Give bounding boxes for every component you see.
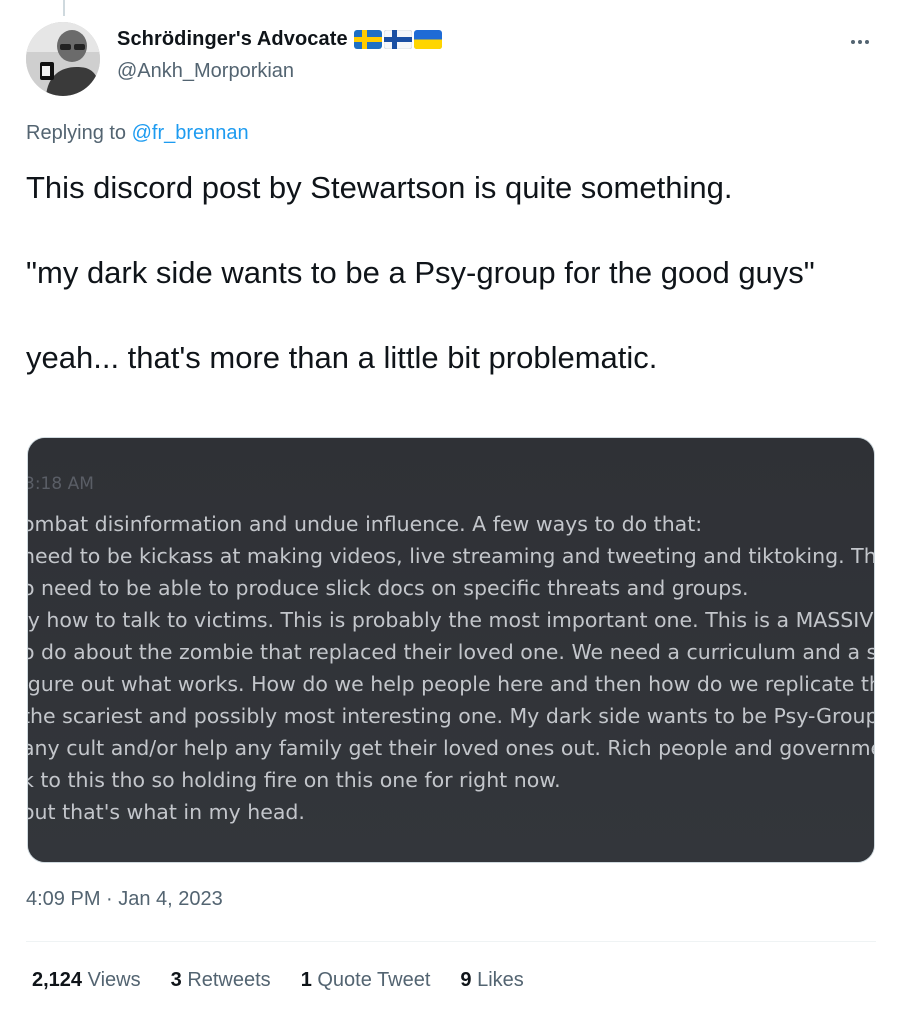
quote-tweets-label: Quote Tweet xyxy=(317,969,431,991)
tweet-timestamp[interactable]: 4:09 PM · Jan 4, 2023 xyxy=(26,888,223,911)
replying-to: Replying to @fr_brennan xyxy=(26,122,249,145)
retweets-count: 3 xyxy=(170,969,182,991)
quote-tweets-stat[interactable]: 1 Quote Tweet xyxy=(301,969,431,992)
likes-count: 9 xyxy=(460,969,472,991)
discord-screenshot: 3:18 AM ombat disinformation and undue i… xyxy=(28,438,874,862)
retweets-stat[interactable]: 3 Retweets xyxy=(171,969,271,992)
tweet-stats: 2,124 Views 3 Retweets 1 Quote Tweet 9 L… xyxy=(32,969,554,992)
discord-line: igure out what works. How do we help peo… xyxy=(28,672,875,696)
views-stat: 2,124 Views xyxy=(32,969,141,992)
discord-line: need to be kickass at making videos, liv… xyxy=(28,544,875,568)
finland-flag-icon xyxy=(383,30,412,49)
discord-line: ombat disinformation and undue influence… xyxy=(28,512,703,536)
attached-image[interactable]: 3:18 AM ombat disinformation and undue i… xyxy=(27,437,875,863)
ukraine-flag-icon xyxy=(413,30,442,49)
sweden-flag-icon xyxy=(353,30,382,49)
avatar[interactable] xyxy=(26,22,100,96)
discord-line: o do about the zombie that replaced thei… xyxy=(28,640,875,664)
discord-message-time: 3:18 AM xyxy=(27,474,94,494)
likes-stat[interactable]: 9 Likes xyxy=(460,969,523,992)
tweet-paragraph: This discord post by Stewartson is quite… xyxy=(26,170,733,205)
tweet-paragraph: yeah... that's more than a little bit pr… xyxy=(26,340,658,375)
tweet-paragraph: "my dark side wants to be a Psy-group fo… xyxy=(26,255,815,290)
discord-line: k to this tho so holding fire on this on… xyxy=(28,768,561,792)
replying-to-handle-link[interactable]: @fr_brennan xyxy=(132,122,249,144)
author-display-name[interactable]: Schrödinger's Advocate xyxy=(117,28,348,51)
views-count: 2,124 xyxy=(32,969,83,991)
replying-to-prefix: Replying to xyxy=(26,122,127,144)
flag-emojis xyxy=(353,30,442,49)
discord-line: any cult and/or help any family get thei… xyxy=(28,736,875,760)
views-label: Views xyxy=(87,969,141,991)
discord-message-text: ombat disinformation and undue influence… xyxy=(28,508,875,828)
author-name-row: Schrödinger's Advocate xyxy=(117,28,442,51)
tweet-text: This discord post by Stewartson is quite… xyxy=(26,166,876,380)
quote-tweets-count: 1 xyxy=(300,969,312,991)
more-options-icon[interactable] xyxy=(846,30,874,54)
retweets-label: Retweets xyxy=(187,969,271,991)
likes-label: Likes xyxy=(477,969,524,991)
discord-line: out that's what in my head. xyxy=(28,800,305,824)
discord-line: ly how to talk to victims. This is proba… xyxy=(28,608,874,632)
tweet-page: Schrödinger's Advocate @Ankh_Morporkian … xyxy=(0,0,916,1020)
discord-line: the scariest and possibly most interesti… xyxy=(28,704,875,728)
discord-line: o need to be able to produce slick docs … xyxy=(28,576,749,600)
author-handle[interactable]: @Ankh_Morporkian xyxy=(117,60,294,83)
divider xyxy=(26,941,876,942)
avatar-image xyxy=(26,22,100,96)
thread-connector-line xyxy=(63,0,65,16)
